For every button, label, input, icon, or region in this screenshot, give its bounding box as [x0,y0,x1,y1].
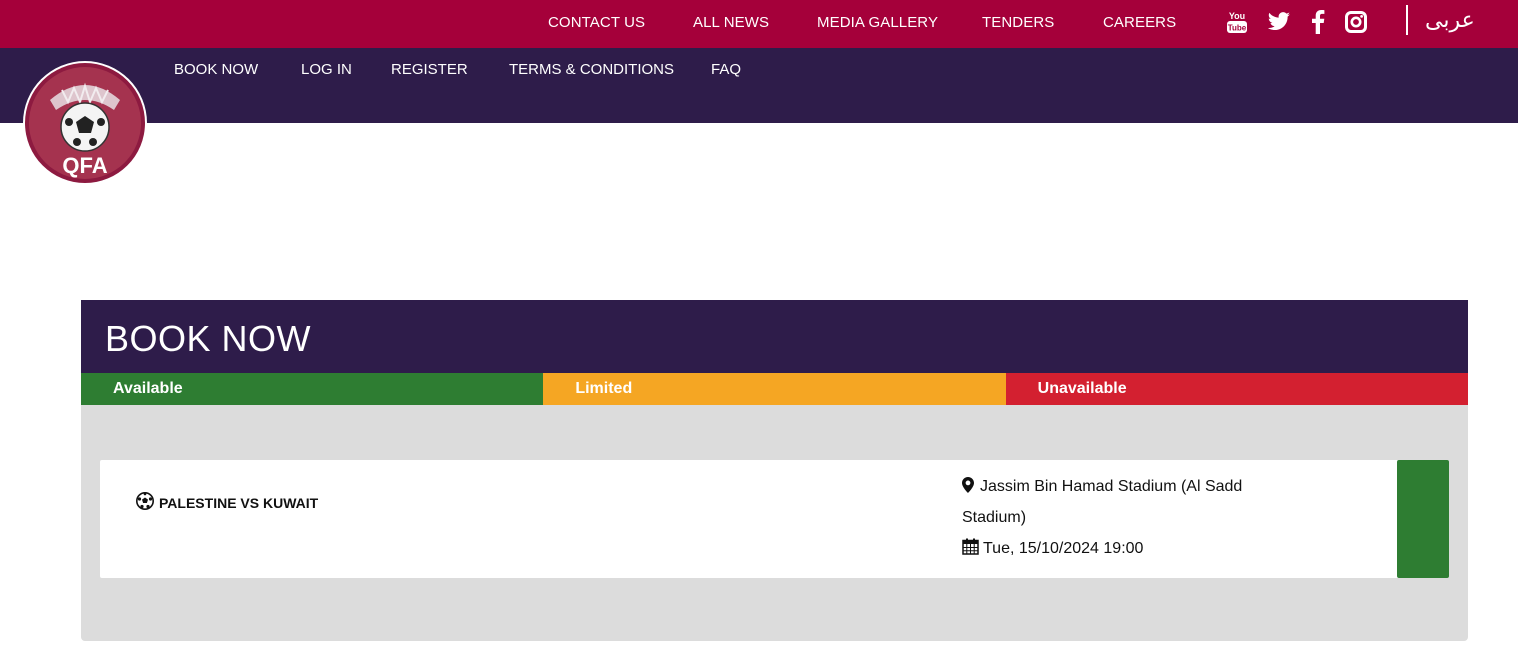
nav-contact-us[interactable]: CONTACT US [548,14,645,31]
book-now-header: BOOK NOW [81,300,1468,373]
location-pin-icon [962,474,976,503]
instagram-icon[interactable] [1342,8,1370,36]
book-now-panel: BOOK NOW Available Limited Unavailable P… [81,300,1468,641]
top-bar: CONTACT US ALL NEWS MEDIA GALLERY TENDER… [0,0,1518,48]
youtube-icon[interactable]: You Tube [1223,8,1251,36]
logo-text: QFA [62,153,107,178]
football-icon [136,492,154,513]
calendar-icon [962,538,979,560]
legend-limited: Limited [543,373,1006,405]
qfa-logo[interactable]: QFA [22,60,148,186]
nav-careers[interactable]: CAREERS [1103,14,1176,31]
legend-available: Available [81,373,544,405]
nav-faq[interactable]: FAQ [711,61,741,78]
legend-unavailable: Unavailable [1005,373,1468,405]
venue-text: Jassim Bin Hamad Stadium (Al Sadd Stadiu… [962,478,1243,526]
match-name: PALESTINE VS KUWAIT [159,494,319,511]
nav-book-now[interactable]: BOOK NOW [174,61,258,78]
twitter-icon[interactable] [1265,8,1293,36]
nav-all-news[interactable]: ALL NEWS [693,14,769,31]
facebook-icon[interactable] [1304,8,1332,36]
availability-legend: Available Limited Unavailable [81,373,1468,405]
page-title: BOOK NOW [105,318,312,359]
nav-register[interactable]: REGISTER [391,61,468,78]
nav-media-gallery[interactable]: MEDIA GALLERY [817,14,938,31]
language-switch[interactable]: عربى [1425,8,1475,33]
svg-text:Tube: Tube [1228,24,1247,33]
nav-terms-conditions[interactable]: TERMS & CONDITIONS [509,61,674,78]
svg-text:You: You [1229,11,1245,21]
match-title: PALESTINE VS KUWAIT [136,492,318,513]
match-venue: Jassim Bin Hamad Stadium (Al Sadd Stadiu… [962,472,1262,532]
match-card[interactable]: PALESTINE VS KUWAIT Jassim Bin Hamad Sta… [100,460,1449,578]
language-separator [1406,5,1408,35]
availability-status-button[interactable] [1397,460,1449,578]
nav-log-in[interactable]: LOG IN [301,61,352,78]
sub-nav-bar: BOOK NOW LOG IN REGISTER TERMS & CONDITI… [0,48,1518,123]
date-text: Tue, 15/10/2024 19:00 [983,540,1144,557]
match-date: Tue, 15/10/2024 19:00 [962,538,1143,560]
nav-tenders[interactable]: TENDERS [982,14,1054,31]
